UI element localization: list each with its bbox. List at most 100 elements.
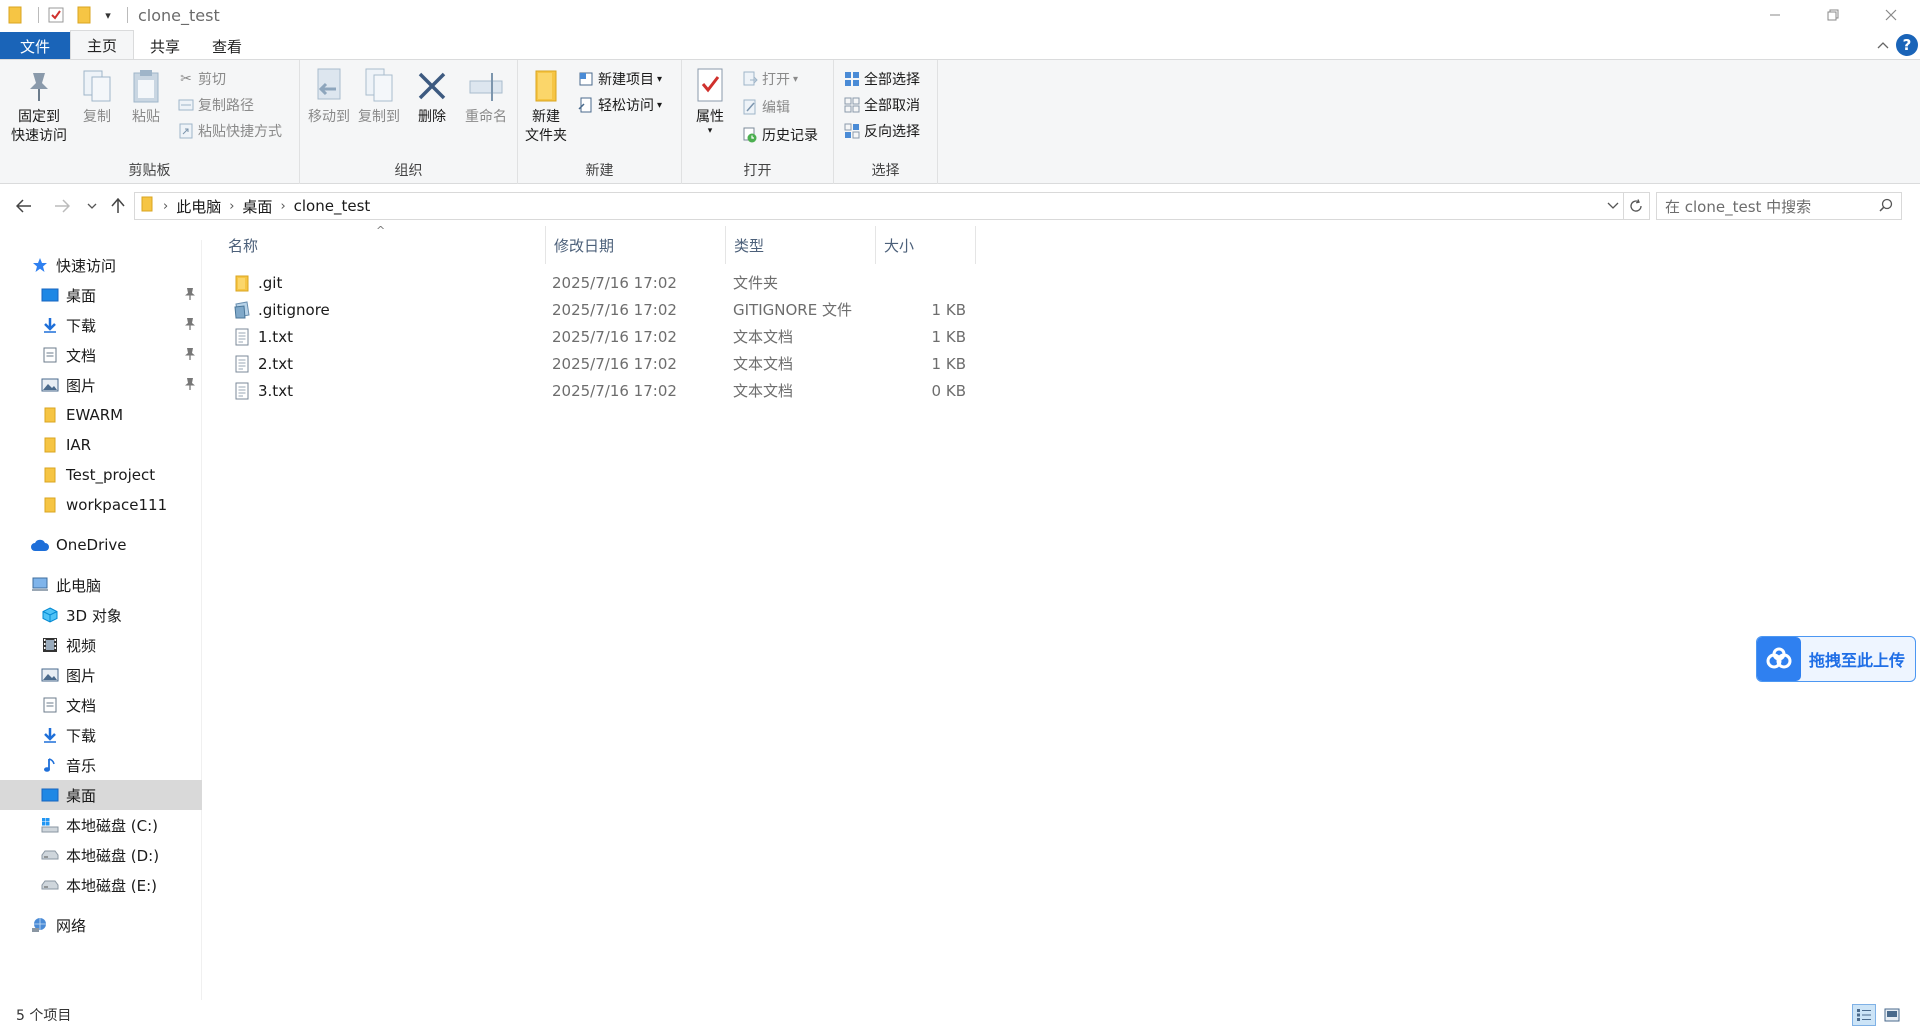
file-date: 2025/7/16 17:02 [552, 327, 677, 346]
pin-icon[interactable] [184, 347, 196, 365]
new-folder-icon [526, 64, 566, 108]
new-folder-quick-button[interactable] [73, 4, 95, 26]
cut-button[interactable]: ✂ 剪切 [176, 68, 226, 90]
tab-view[interactable]: 查看 [196, 32, 258, 60]
search-icon[interactable] [1879, 198, 1893, 216]
back-button[interactable] [10, 192, 38, 220]
new-folder-button[interactable]: 新建 文件夹 [522, 64, 570, 146]
properties-button[interactable]: 属性 ▾ [690, 64, 730, 136]
breadcrumb-this-pc[interactable]: 此电脑 [176, 196, 221, 217]
collapse-ribbon-icon[interactable] [1870, 32, 1896, 58]
nav-item-drive-c[interactable]: 本地磁盘 (C:) [0, 810, 202, 840]
ribbon-tabs: 文件 主页 共享 查看 ? [0, 30, 1920, 60]
forward-button[interactable] [48, 192, 76, 220]
nav-item-pictures[interactable]: 图片 [0, 660, 202, 690]
copy-path-button[interactable]: 复制路径 [176, 94, 254, 116]
file-name: 3.txt [258, 381, 293, 400]
group-label: 打开 [743, 163, 772, 179]
file-row-2-txt[interactable]: 2.txt 2025/7/16 17:02 文本文档 1 KB [220, 350, 980, 377]
file-type: 文本文档 [733, 382, 794, 400]
nav-item-drive-e[interactable]: 本地磁盘 (E:) [0, 870, 202, 900]
file-date: 2025/7/16 17:02 [552, 381, 677, 400]
rename-button[interactable]: 重命名 [460, 64, 512, 127]
nav-item-pictures-pinned[interactable]: 图片 [0, 370, 202, 400]
breadcrumb-current[interactable]: clone_test [294, 197, 371, 215]
delete-button[interactable]: 删除 [412, 64, 452, 127]
nav-item-desktop-pinned[interactable]: 桌面 [0, 280, 202, 310]
large-icons-view-icon[interactable] [1880, 1004, 1904, 1026]
move-to-button[interactable]: 移动到 [304, 64, 354, 127]
breadcrumb-separator[interactable]: › [229, 199, 234, 214]
invert-selection-button[interactable]: 反向选择 [842, 120, 920, 142]
drag-upload-widget[interactable]: 拖拽至此上传 [1756, 636, 1916, 682]
nav-item-3d-objects[interactable]: 3D 对象 [0, 600, 202, 630]
copy-button[interactable]: 复制 [74, 64, 120, 127]
tab-share[interactable]: 共享 [134, 32, 196, 60]
breadcrumb-desktop[interactable]: 桌面 [242, 196, 272, 217]
paste-button[interactable]: 粘贴 [124, 64, 168, 127]
file-name: 2.txt [258, 354, 293, 373]
search-box[interactable]: 在 clone_test 中搜索 [1656, 192, 1902, 220]
pin-icon[interactable] [184, 377, 196, 395]
nav-this-pc[interactable]: 此电脑 [0, 570, 202, 600]
properties-quick-button[interactable] [45, 4, 67, 26]
nav-item-documents[interactable]: 文档 [0, 690, 202, 720]
nav-item-desktop[interactable]: 桌面 [0, 780, 202, 810]
breadcrumb-separator[interactable]: › [163, 199, 168, 214]
nav-network[interactable]: 网络 [0, 910, 202, 940]
paste-shortcut-button[interactable]: 粘贴快捷方式 [176, 120, 282, 142]
view-switcher [1848, 1004, 1904, 1026]
address-history-dropdown[interactable] [1607, 197, 1619, 213]
nav-item-downloads[interactable]: 下载 [0, 720, 202, 750]
up-button[interactable] [104, 192, 132, 220]
easy-access-dropdown[interactable]: 轻松访问 ▾ [576, 94, 662, 116]
search-input[interactable]: 在 clone_test 中搜索 [1665, 196, 1811, 217]
copy-to-button[interactable]: 复制到 [354, 64, 404, 127]
nav-onedrive[interactable]: OneDrive [0, 530, 202, 560]
file-row-git[interactable]: .git 2025/7/16 17:02 文件夹 [220, 269, 980, 296]
history-button[interactable]: 历史记录 [740, 124, 818, 146]
help-icon[interactable]: ? [1896, 34, 1918, 56]
select-none-button[interactable]: 全部取消 [842, 94, 920, 116]
new-item-dropdown[interactable]: 新建项目 ▾ [576, 68, 662, 90]
pin-to-quick-access-button[interactable]: 固定到 快速访问 [6, 64, 72, 146]
nav-item-test-project[interactable]: Test_project [0, 460, 202, 490]
file-row-1-txt[interactable]: 1.txt 2025/7/16 17:02 文本文档 1 KB [220, 323, 980, 350]
file-row-3-txt[interactable]: 3.txt 2025/7/16 17:02 文本文档 0 KB [220, 377, 980, 404]
column-header-type[interactable]: 类型 [726, 226, 876, 264]
edit-button[interactable]: 编辑 [740, 96, 790, 118]
tab-file[interactable]: 文件 [0, 32, 70, 60]
nav-item-videos[interactable]: 视频 [0, 630, 202, 660]
3d-objects-icon [40, 605, 60, 625]
address-bar[interactable]: › 此电脑 › 桌面 › clone_test [134, 192, 1624, 220]
computer-icon [30, 575, 50, 595]
column-header-size[interactable]: 大小 [876, 226, 976, 264]
column-header-date[interactable]: 修改日期 [546, 226, 726, 264]
nav-quick-access[interactable]: 快速访问 [0, 250, 202, 280]
details-view-icon[interactable] [1852, 1004, 1876, 1026]
nav-item-iar[interactable]: IAR [0, 430, 202, 460]
system-drive-icon [40, 815, 60, 835]
customize-toolbar-dropdown[interactable]: ▾ [101, 4, 115, 26]
move-to-icon [309, 64, 349, 108]
restore-button[interactable] [1804, 0, 1862, 30]
select-all-button[interactable]: 全部选择 [842, 68, 920, 90]
close-button[interactable] [1862, 0, 1920, 30]
nav-item-music[interactable]: 音乐 [0, 750, 202, 780]
tab-home[interactable]: 主页 [70, 30, 135, 60]
pin-icon[interactable] [184, 287, 196, 305]
nav-item-ewarm[interactable]: EWARM [0, 400, 202, 430]
refresh-button[interactable] [1622, 192, 1650, 220]
file-date: 2025/7/16 17:02 [552, 273, 677, 292]
nav-item-drive-d[interactable]: 本地磁盘 (D:) [0, 840, 202, 870]
file-row-gitignore[interactable]: .gitignore 2025/7/16 17:02 GITIGNORE 文件 … [220, 296, 980, 323]
breadcrumb-separator[interactable]: › [280, 199, 285, 214]
open-dropdown[interactable]: 打开 ▾ [740, 68, 798, 90]
nav-item-documents-pinned[interactable]: 文档 [0, 340, 202, 370]
ribbon: 固定到 快速访问 复制 粘贴 ✂ 剪切 复制路径 粘贴快捷方式 剪贴板 移动到 … [0, 59, 1920, 184]
recent-locations-dropdown[interactable] [78, 192, 106, 220]
nav-item-downloads-pinned[interactable]: 下载 [0, 310, 202, 340]
pin-icon[interactable] [184, 317, 196, 335]
nav-item-workpace111[interactable]: workpace111 [0, 490, 202, 520]
minimize-button[interactable] [1746, 0, 1804, 30]
